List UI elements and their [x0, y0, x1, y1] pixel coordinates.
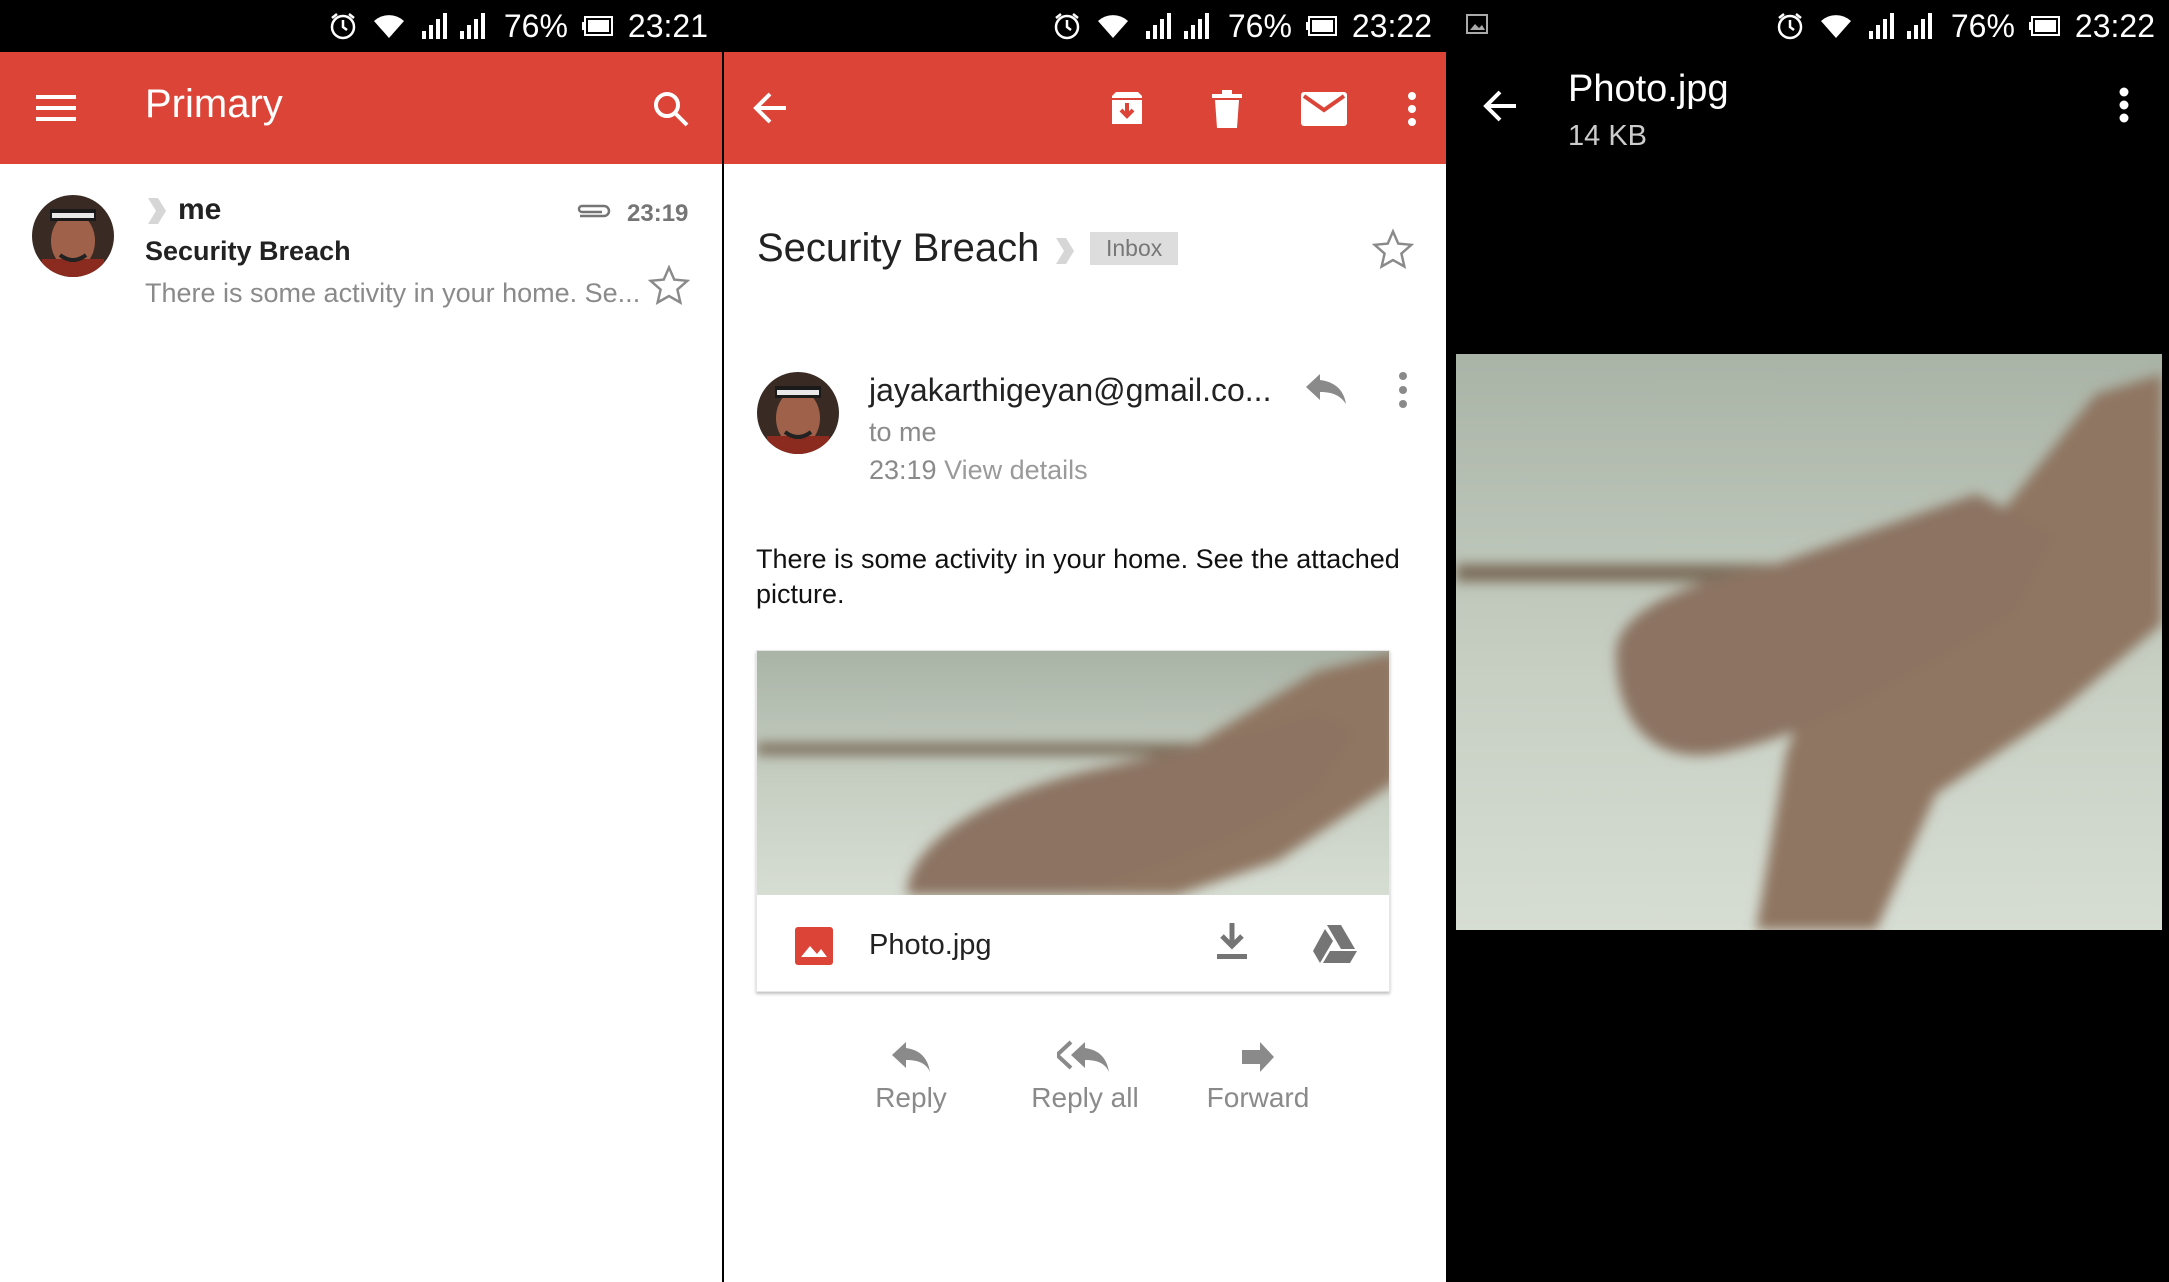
message-time: 23:19 [627, 200, 689, 227]
message-time-line: 23:19 View details [869, 455, 1088, 486]
back-icon[interactable] [1482, 88, 1518, 124]
forward-button[interactable]: Forward [1158, 1040, 1358, 1114]
star-icon[interactable] [1372, 228, 1414, 270]
status-bar: 76% 23:22 [1448, 0, 2169, 52]
more-button[interactable] [1392, 84, 1432, 134]
avatar [32, 195, 114, 277]
attachment-preview[interactable] [757, 651, 1389, 895]
viewer-title: Photo.jpg [1568, 68, 1729, 110]
wifi-icon [1820, 15, 1851, 38]
star-icon[interactable] [648, 264, 690, 306]
mark-unread-button[interactable] [1292, 84, 1356, 134]
sender-email: jayakarthigeyan@gmail.co... [869, 372, 1272, 408]
status-time: 23:22 [2074, 7, 2155, 44]
message-screen: 76% 23:22 Security Breach Inbox jayakart… [724, 0, 1446, 1282]
message-subject: Security Breach [757, 226, 1040, 270]
photo-image[interactable] [1456, 354, 2162, 930]
reply-icon [892, 1042, 930, 1072]
signal-icon [1868, 13, 1932, 39]
recipient-line: to me [869, 417, 937, 447]
image-file-icon [795, 927, 833, 965]
battery-icon [581, 16, 613, 36]
search-button[interactable] [646, 84, 696, 134]
view-details-link[interactable]: View details [944, 455, 1088, 485]
reply-all-label: Reply all [1031, 1082, 1139, 1113]
more-icon[interactable] [1396, 370, 1410, 410]
drive-icon[interactable] [1313, 923, 1357, 963]
menu-icon [36, 95, 76, 121]
reply-all-button[interactable]: Reply all [985, 1040, 1185, 1114]
importance-marker-icon [1056, 238, 1074, 264]
status-time: 23:21 [627, 7, 708, 44]
back-icon [753, 92, 786, 124]
status-bar: 76% 23:21 [0, 0, 722, 52]
delete-icon [1212, 90, 1242, 128]
delete-button[interactable] [1202, 84, 1252, 134]
more-icon [1408, 92, 1416, 126]
app-bar: Primary [0, 52, 722, 164]
forward-icon [1242, 1042, 1274, 1072]
gallery-notification-icon [1466, 14, 1488, 34]
attachment-icon [577, 204, 611, 218]
battery-percent: 76% [1950, 7, 2015, 44]
menu-button[interactable] [30, 82, 82, 134]
reply-button[interactable]: Reply [811, 1040, 1011, 1114]
photo-viewer-screen: 76% 23:22 Photo.jpg 14 KB [1448, 0, 2169, 1282]
reply-icon[interactable] [1304, 372, 1348, 406]
reply-all-icon [1057, 1040, 1109, 1072]
wifi-icon [373, 15, 404, 38]
alarm-icon [1777, 13, 1803, 40]
status-time: 23:22 [1351, 7, 1432, 44]
battery-percent: 76% [503, 7, 568, 44]
archive-icon [1112, 92, 1142, 124]
message-body: There is some activity in your home. See… [756, 544, 1400, 609]
label-chip[interactable]: Inbox [1090, 232, 1179, 265]
avatar[interactable] [757, 372, 839, 454]
download-icon[interactable] [1215, 921, 1249, 961]
signal-icon [1145, 13, 1209, 39]
attachment-card[interactable]: Photo.jpg [756, 650, 1390, 992]
message-subject: Security Breach [145, 236, 351, 266]
message-snippet: There is some activity in your home. Se.… [145, 278, 641, 308]
battery-icon [2028, 16, 2060, 36]
status-bar: 76% 23:22 [724, 0, 1446, 52]
mail-icon [1301, 92, 1347, 126]
battery-icon [1305, 16, 1337, 36]
alarm-icon [1054, 13, 1080, 40]
back-button[interactable] [744, 82, 796, 134]
signal-icon [421, 13, 485, 39]
page-title: Primary [145, 82, 283, 126]
archive-button[interactable] [1102, 84, 1152, 134]
more-icon[interactable] [2118, 86, 2130, 124]
app-bar [724, 52, 1446, 164]
sender-name: me [178, 193, 222, 226]
reply-label: Reply [875, 1082, 947, 1113]
importance-marker-icon [148, 198, 166, 224]
attachment-name: Photo.jpg [869, 929, 992, 961]
inbox-screen: 76% 23:21 Primary me 23:19 Security Brea… [0, 0, 722, 1282]
battery-percent: 76% [1227, 7, 1292, 44]
file-size: 14 KB [1568, 120, 1647, 152]
message-time: 23:19 [869, 455, 937, 485]
search-icon [654, 92, 689, 127]
wifi-icon [1097, 15, 1128, 38]
forward-label: Forward [1206, 1082, 1310, 1113]
alarm-icon [330, 13, 356, 40]
